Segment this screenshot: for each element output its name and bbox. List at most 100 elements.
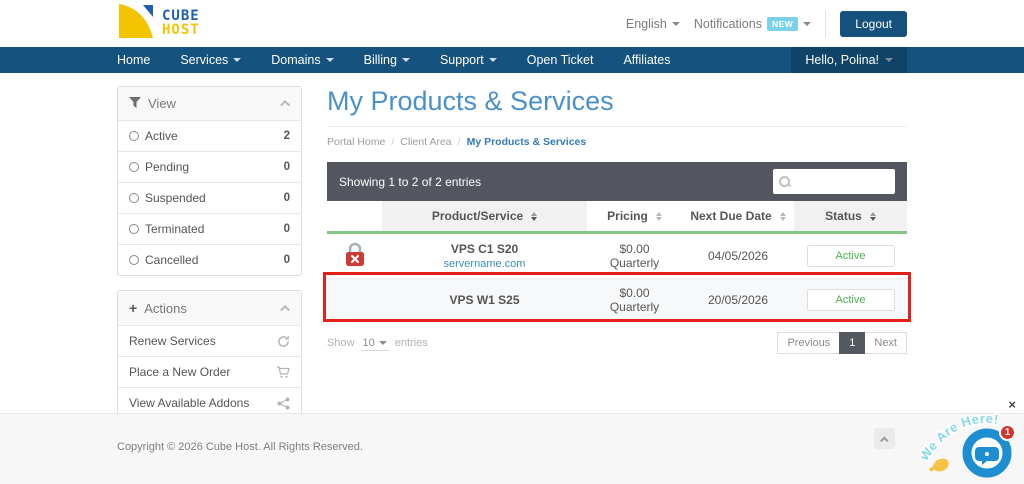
suspended-count: 0 [284,192,290,204]
nav-home[interactable]: Home [117,53,150,67]
product-name: VPS W1 S25 [449,293,519,307]
radio-icon [129,162,139,172]
nav-support[interactable]: Support [440,53,497,67]
pending-count: 0 [284,161,290,173]
table-search [773,169,895,194]
chevron-down-icon [326,58,334,62]
actions-panel-header[interactable]: + Actions [118,291,301,325]
breadcrumb-client-area[interactable]: Client Area [400,136,451,148]
page-length-control: Show 10 entries [327,336,428,351]
next-page-button[interactable]: Next [865,332,907,354]
chevron-down-icon [885,58,893,62]
view-panel-header[interactable]: View [118,87,301,120]
radio-icon [129,193,139,203]
table-row-vps-c1-s20[interactable]: VPS C1 S20 servername.com $0.00 Quarterl… [327,233,907,279]
logo-text: CUBE HOST [162,10,200,37]
chat-close-icon[interactable]: × [1008,398,1016,411]
table-toolbar: Showing 1 to 2 of 2 entries [327,162,907,201]
chevron-up-icon [280,304,290,314]
cancelled-lock-icon [343,257,367,271]
breadcrumb-current: My Products & Services [467,136,587,148]
status-badge[interactable]: Active [807,289,895,311]
chevron-down-icon [489,58,497,62]
divider [825,11,826,37]
terminated-count: 0 [284,223,290,235]
filter-active[interactable]: Active 2 [118,120,301,151]
column-status[interactable]: Status [794,201,907,233]
nav-services[interactable]: Services [180,53,241,67]
column-next-due-date[interactable]: Next Due Date [682,201,794,233]
price: $0.00 [591,242,678,256]
nav-domains[interactable]: Domains [271,53,333,67]
filter-suspended[interactable]: Suspended 0 [118,182,301,213]
actions-panel: + Actions Renew Services Place a New Ord… [117,290,302,419]
main-navbar: Home Services Domains Billing Support Op… [0,47,1024,73]
notifications-label: Notifications [694,17,762,31]
client-area-page: CUBE HOST English Notifications NEW Logo… [0,0,1024,484]
product-domain-link[interactable]: servername.com [386,258,583,270]
product-name: VPS C1 S20 [451,242,518,256]
billing-cycle: Quarterly [591,300,678,314]
chevron-down-icon [803,22,811,26]
breadcrumb-portal-home[interactable]: Portal Home [327,136,385,148]
column-pricing[interactable]: Pricing [587,201,682,233]
top-header: CUBE HOST English Notifications NEW Logo… [0,0,1024,47]
status-badge[interactable]: Active [807,245,895,267]
next-due-date: 04/05/2026 [682,233,794,279]
notifications-dropdown[interactable]: Notifications NEW [694,17,811,31]
radio-icon [129,224,139,234]
new-badge: NEW [767,17,798,31]
action-place-new-order[interactable]: Place a New Order [118,356,301,387]
page-title: My Products & Services [327,86,907,127]
scroll-to-top-button[interactable] [874,428,895,449]
breadcrumb: Portal Home / Client Area / My Products … [327,127,907,162]
table-row-vps-w1-s25[interactable]: VPS W1 S25 $0.00 Quarterly 20/05/2026 Ac… [327,279,907,322]
nav-open-ticket[interactable]: Open Ticket [527,53,594,67]
action-renew-services[interactable]: Renew Services [118,325,301,356]
chat-widget: × We Are Here! 1 [920,398,1020,482]
filter-terminated[interactable]: Terminated 0 [118,213,301,244]
filter-cancelled[interactable]: Cancelled 0 [118,244,301,275]
page-footer: Copyright © 2026 Cube Host. All Rights R… [0,413,1024,484]
actions-panel-title: Actions [144,301,187,316]
chat-notification-badge: 1 [999,424,1016,441]
copyright-text: Copyright © 2026 Cube Host. All Rights R… [117,441,363,453]
sidebar: View Active 2 Pending 0 Suspended 0 [117,86,302,433]
sort-icon [656,212,662,221]
addons-icon [277,397,290,410]
sort-icon [531,212,537,221]
column-product-service[interactable]: Product/Service [382,201,587,233]
chevron-up-icon [880,436,888,444]
radio-icon [129,131,139,141]
filter-pending[interactable]: Pending 0 [118,151,301,182]
account-dropdown[interactable]: Hello, Polina! [791,47,907,73]
cubehost-logo[interactable]: CUBE HOST [117,2,200,45]
language-label: English [626,17,667,31]
main-content: My Products & Services Portal Home / Cli… [327,86,907,433]
logout-button[interactable]: Logout [840,11,907,37]
chevron-down-icon [402,58,410,62]
cubehost-logo-icon [117,2,155,45]
plus-icon: + [129,300,137,316]
language-dropdown[interactable]: English [626,17,680,31]
nav-billing[interactable]: Billing [364,53,410,67]
view-panel: View Active 2 Pending 0 Suspended 0 [117,86,302,276]
page-length-select[interactable]: 10 [361,336,389,351]
pagination: Previous 1 Next [777,332,907,354]
showing-entries-text: Showing 1 to 2 of 2 entries [339,175,481,189]
sort-icon [780,212,786,221]
current-page-button[interactable]: 1 [839,332,865,354]
waving-hand-icon [928,456,950,474]
nav-affiliates[interactable]: Affiliates [623,53,670,67]
sort-icon [870,212,876,221]
greeting-label: Hello, Polina! [805,53,879,67]
cart-icon [276,366,290,379]
filter-icon [129,96,141,111]
chevron-down-icon [233,58,241,62]
view-panel-title: View [148,96,176,111]
search-input[interactable] [794,176,889,188]
previous-page-button[interactable]: Previous [777,332,839,354]
chevron-up-icon [280,100,290,110]
next-due-date: 20/05/2026 [682,279,794,322]
chat-launcher-button[interactable]: 1 [962,428,1012,478]
